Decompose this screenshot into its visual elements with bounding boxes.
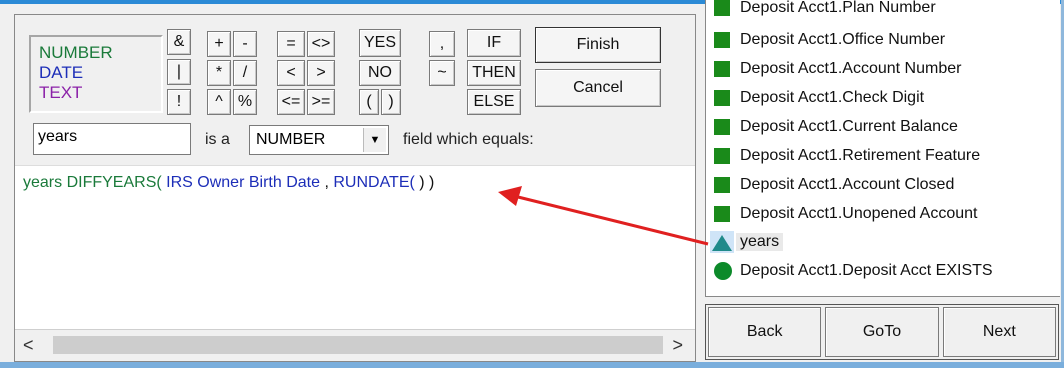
window-bottom-border	[0, 362, 1064, 368]
annotation-arrow-head	[498, 186, 522, 206]
annotation-arrow-line	[513, 194, 709, 246]
annotation-arrow	[498, 186, 709, 246]
formula-builder-window: NUMBER DATE TEXT & | ! + - * / ^ % = <> …	[0, 0, 1064, 368]
